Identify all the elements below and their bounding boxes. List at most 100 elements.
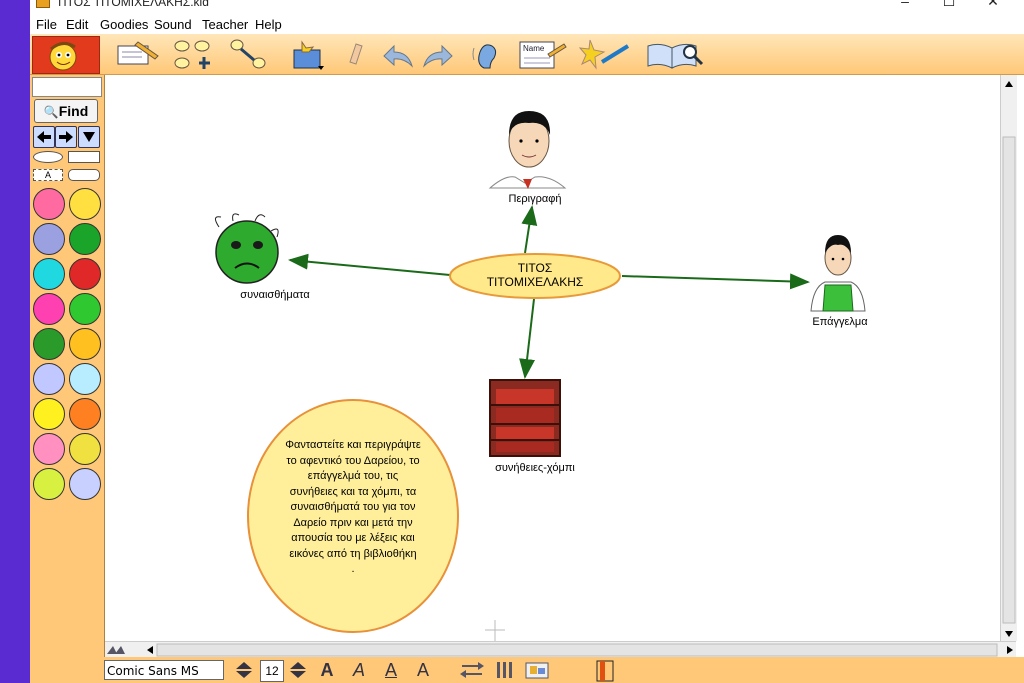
link-to-habits[interactable] — [519, 298, 536, 379]
font-select[interactable]: Comic Sans MS — [104, 660, 224, 680]
man-face-icon[interactable] — [488, 111, 567, 189]
eraser-icon[interactable] — [342, 38, 378, 70]
face-orange-yellow-icon[interactable] — [69, 328, 101, 360]
magic-wand-icon[interactable] — [578, 38, 634, 70]
prev-arrow-icon[interactable] — [33, 126, 55, 148]
find-label: Find — [58, 103, 89, 119]
note-line: το αφεντικό του Δαρείου, το — [286, 454, 420, 467]
text-shape-icon[interactable]: A — [33, 169, 63, 181]
menu-goodies[interactable]: Goodies — [100, 17, 148, 32]
link-arrow-icon[interactable] — [228, 38, 266, 70]
maximize-button[interactable]: ☐ — [934, 0, 964, 8]
bookshelf-icon[interactable] — [489, 379, 561, 457]
window-title: ΤΙΤΟΣ ΤΙΤΟΜΙΧΕΛΑΚΗΣ.kid — [56, 0, 209, 9]
bold-button[interactable]: A — [316, 660, 338, 680]
face-bright-yellow-icon[interactable] — [33, 398, 65, 430]
picture-note-icon[interactable] — [110, 38, 159, 70]
face-worried-green-icon[interactable] — [69, 223, 101, 255]
find-button[interactable]: 🔍Find — [34, 99, 98, 123]
note-line: Δαρείο πριν και μετά την — [293, 516, 413, 529]
horizontal-scroll-thumb[interactable] — [156, 643, 998, 657]
face-orange-icon[interactable] — [69, 398, 101, 430]
symbol-palette-icon[interactable] — [524, 660, 552, 680]
symbol-box-icon[interactable] — [288, 38, 324, 70]
open-book-search-icon[interactable] — [644, 38, 706, 70]
listen-ear-icon[interactable] — [470, 38, 506, 70]
diagram-canvas[interactable]: ΤΙΤΟΣ ΤΙΤΟΜΙΧΕΛΑΚΗΣ Περιγραφή συναισθήμα… — [105, 75, 1000, 641]
size-stepper-icon[interactable] — [288, 660, 308, 680]
app-icon — [36, 0, 50, 8]
face-cyan-icon[interactable] — [33, 258, 65, 290]
link-to-description[interactable] — [521, 205, 538, 254]
title-bar: ΤΙΤΟΣ ΤΙΤΟΜΙΧΕΛΑΚΗΣ.kid – ☐ ✕ — [30, 0, 1024, 12]
note-line: . — [351, 563, 355, 575]
fill-color-swatch[interactable] — [596, 660, 614, 682]
italic-button[interactable]: A — [348, 660, 370, 680]
note-line: εικόνες από τη βιβλιοθήκη — [289, 547, 417, 560]
face-lime-icon[interactable] — [33, 468, 65, 500]
format-bar: Comic Sans MS 12 A A A A — [104, 657, 1024, 683]
text-color-button[interactable]: A — [412, 660, 434, 680]
next-arrow-icon[interactable] — [55, 126, 77, 148]
face-surprised-pink-icon[interactable] — [33, 433, 65, 465]
menu-sound[interactable]: Sound — [154, 17, 192, 32]
menu-edit[interactable]: Edit — [66, 17, 88, 32]
kidspiration-logo-icon[interactable] — [32, 36, 100, 74]
zoom-mountains-icon[interactable] — [107, 646, 125, 654]
font-size-input[interactable]: 12 — [260, 660, 284, 682]
face-light-blue-icon[interactable] — [69, 363, 101, 395]
menu-teacher[interactable]: Teacher — [202, 17, 248, 32]
underline-button[interactable]: A — [380, 660, 402, 680]
close-button[interactable]: ✕ — [978, 0, 1008, 8]
face-periwinkle-icon[interactable] — [69, 468, 101, 500]
instruction-note-text: Φανταστείτε και περιγράψτε το αφεντικό τ… — [253, 438, 453, 578]
face-glasses-yellow-icon[interactable] — [69, 433, 101, 465]
center-node-line1: ΤΙΤΟΣ — [517, 261, 553, 275]
scroll-down-icon[interactable] — [1005, 631, 1013, 637]
horizontal-scrollbar[interactable] — [105, 641, 1016, 658]
vertical-scrollbar[interactable] — [1000, 75, 1017, 641]
app-window: ΤΙΤΟΣ ΤΙΤΟΜΙΧΕΛΑΚΗΣ.kid – ☐ ✕ File Edit … — [30, 0, 1024, 683]
menu-bar: File Edit Goodies Sound Teacher Help — [30, 14, 1024, 34]
note-line: συνήθειες και τα χόμπι, τα — [289, 485, 417, 498]
face-lavender-icon[interactable] — [33, 363, 65, 395]
note-line: συναισθήματά του για τον — [290, 501, 416, 513]
redo-icon[interactable] — [420, 38, 456, 70]
dropdown-arrow-icon[interactable] — [78, 126, 100, 148]
feelings-label: συναισθήματα — [240, 289, 310, 301]
menu-help[interactable]: Help — [255, 17, 282, 32]
menu-file[interactable]: File — [36, 17, 57, 32]
oval-shape-icon[interactable] — [33, 151, 63, 163]
face-smile-yellow-icon[interactable] — [69, 188, 101, 220]
undo-icon[interactable] — [380, 38, 416, 70]
link-style-icon[interactable] — [460, 660, 486, 680]
line-weight-icon[interactable] — [494, 660, 516, 680]
symbol-search-input[interactable] — [32, 77, 102, 97]
center-node-text: ΤΙΤΟΣ ΤΙΤΟΜΙΧΕΛΑΚΗΣ — [450, 261, 620, 289]
worker-apron-icon[interactable] — [810, 235, 866, 312]
face-puzzled-blue-icon[interactable] — [33, 223, 65, 255]
minimize-button[interactable]: – — [890, 0, 920, 8]
vertical-scroll-thumb[interactable] — [1002, 136, 1016, 624]
create-nodes-icon[interactable] — [172, 38, 210, 70]
face-magenta-icon[interactable] — [33, 293, 65, 325]
rectangle-shape-icon[interactable] — [68, 151, 100, 163]
face-happy-pink-icon[interactable] — [33, 188, 65, 220]
scroll-left-icon[interactable] — [147, 646, 153, 654]
sad-green-face-icon[interactable] — [215, 213, 279, 284]
scroll-right-icon[interactable] — [1007, 646, 1013, 654]
link-to-profession[interactable] — [621, 273, 810, 290]
profession-label: Επάγγελμα — [812, 316, 868, 328]
note-line: απουσία του με λέξεις και — [291, 532, 415, 544]
name-card-label: Name — [523, 44, 545, 53]
description-label: Περιγραφή — [508, 193, 562, 205]
face-green-icon[interactable] — [69, 293, 101, 325]
font-stepper-icon[interactable] — [234, 660, 254, 680]
toolbar: Name — [30, 34, 1024, 75]
name-card-icon[interactable]: Name — [518, 38, 568, 70]
scroll-up-icon[interactable] — [1005, 81, 1013, 87]
face-dark-green-icon[interactable] — [33, 328, 65, 360]
face-angry-red-icon[interactable] — [69, 258, 101, 290]
link-to-feelings[interactable] — [288, 253, 451, 276]
rounded-rect-shape-icon[interactable] — [68, 169, 100, 181]
